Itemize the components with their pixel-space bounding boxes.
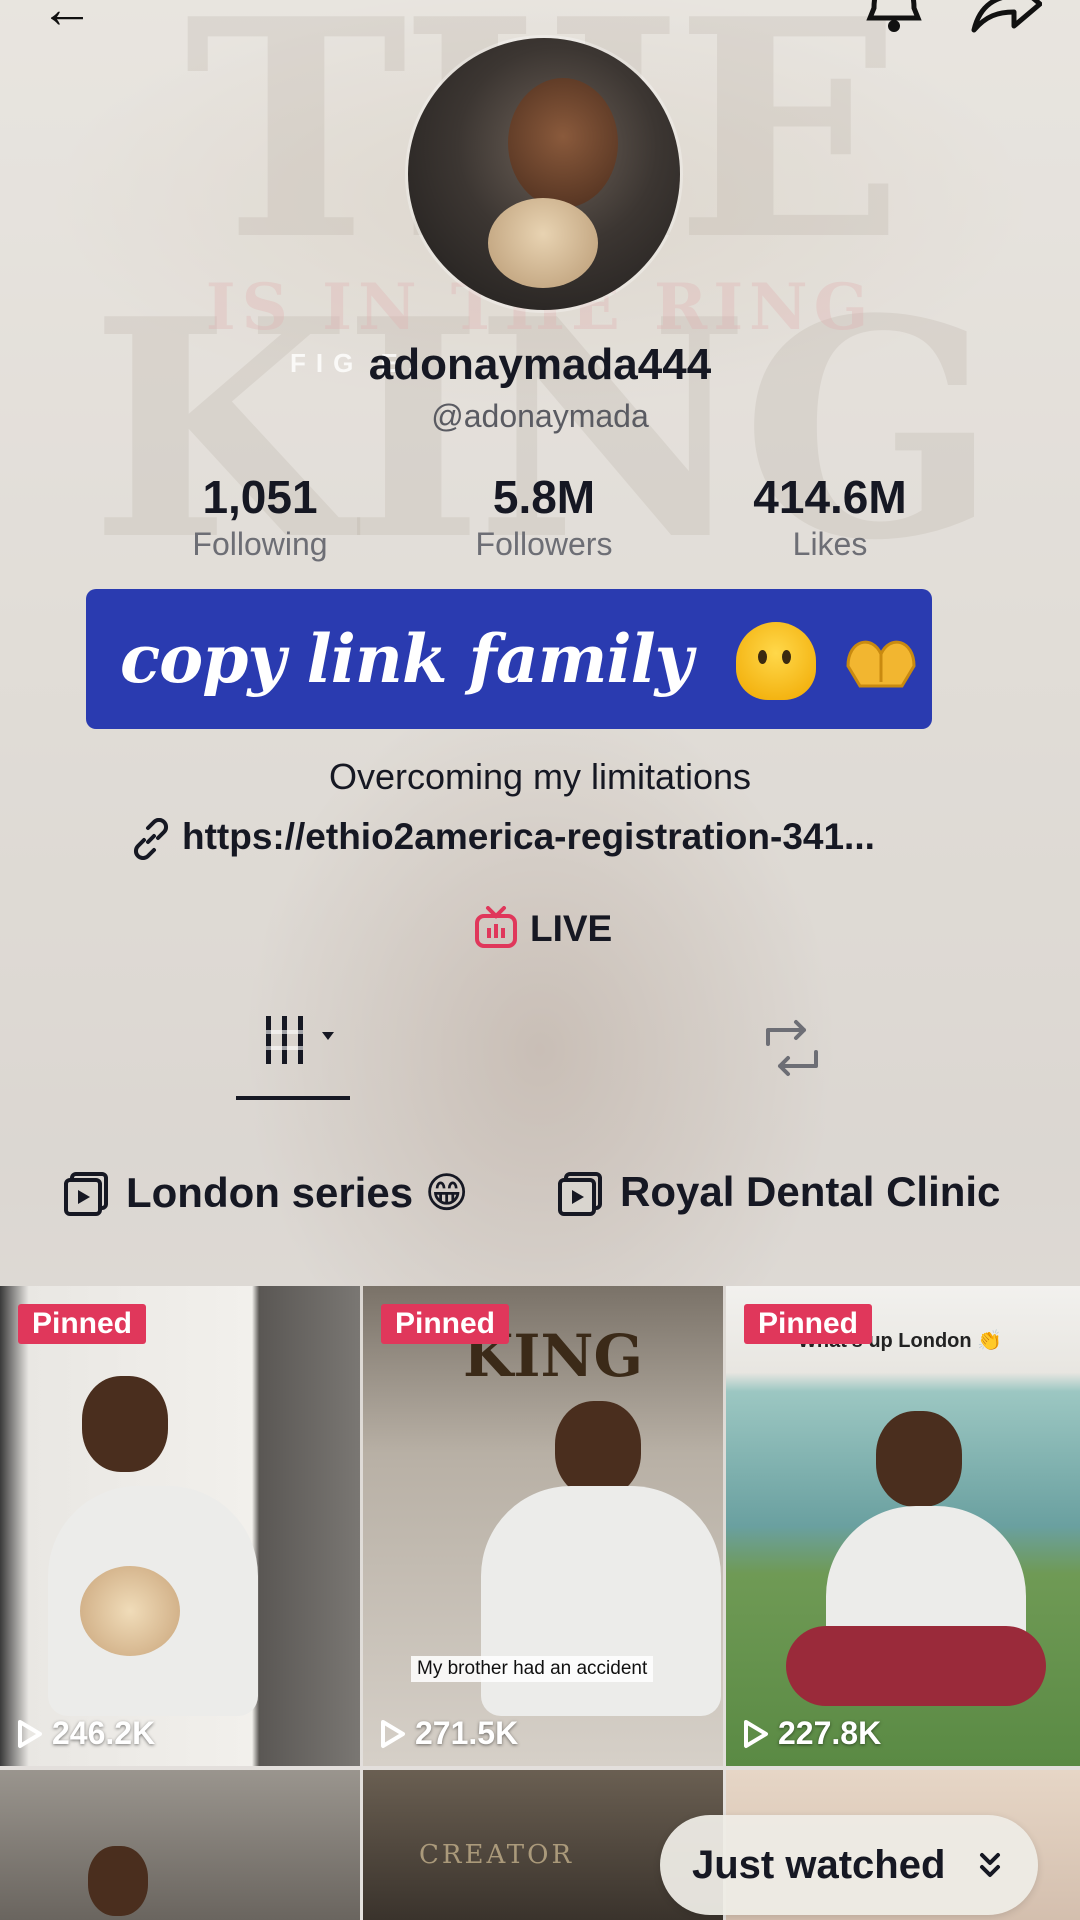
just-watched-label: Just watched xyxy=(692,1843,946,1887)
pinned-badge: Pinned xyxy=(744,1304,873,1344)
share-icon[interactable] xyxy=(970,0,1043,41)
avatar-puppy xyxy=(488,198,598,288)
copy-link-banner: copy link family xyxy=(86,589,932,729)
stat-value: 5.8M xyxy=(492,471,596,523)
view-count-value: 246.2K xyxy=(52,1715,156,1751)
stat-following[interactable]: 1,051 Following xyxy=(130,470,390,563)
video-thumbnail[interactable]: What's up London 👏 Pinned 227.8K xyxy=(726,1286,1080,1766)
playlist-icon xyxy=(558,1172,602,1216)
melting-face-emoji-icon xyxy=(736,622,816,700)
tab-videos[interactable] xyxy=(236,1010,350,1100)
just-watched-button[interactable]: Just watched xyxy=(660,1815,1038,1915)
bio-text: Overcoming my limitations xyxy=(328,756,752,797)
stat-label: Following xyxy=(192,526,328,562)
stat-likes[interactable]: 414.6M Likes xyxy=(700,470,960,563)
view-count: 246.2K xyxy=(16,1715,155,1752)
profile-link-text: https://ethio2america-registration-341..… xyxy=(182,816,875,857)
view-count: 227.8K xyxy=(742,1715,881,1752)
thumbnail-figure xyxy=(555,1401,641,1497)
playlist-icon xyxy=(64,1172,108,1216)
profile-tabs xyxy=(0,1010,1080,1100)
play-icon xyxy=(18,1719,42,1748)
username: adonaymada444 xyxy=(368,340,712,389)
playlist-label: Royal Dental Clinic xyxy=(620,1168,1001,1215)
video-thumbnail[interactable] xyxy=(0,1770,360,1920)
thumbnail-overlay-text: CREATOR xyxy=(419,1840,575,1870)
view-count: 271.5K xyxy=(379,1715,518,1752)
tab-reposts[interactable] xyxy=(760,1018,824,1078)
stat-label: Followers xyxy=(475,526,613,562)
active-tab-indicator xyxy=(236,1096,350,1100)
view-count-value: 271.5K xyxy=(415,1715,519,1751)
thumbnail-puppy xyxy=(80,1566,180,1656)
user-handle: @adonaymada xyxy=(431,398,649,434)
link-icon xyxy=(133,818,169,860)
grid-icon xyxy=(266,1016,334,1064)
stat-value: 1,051 xyxy=(202,471,318,523)
back-icon[interactable]: ← xyxy=(40,0,94,36)
avatar-face xyxy=(508,78,618,208)
chevron-down-icon xyxy=(980,1853,1000,1877)
stat-label: Likes xyxy=(792,526,868,562)
thumbnail-figure xyxy=(876,1411,962,1507)
play-icon xyxy=(381,1719,405,1748)
play-icon xyxy=(744,1719,768,1748)
thumbnail-caption: My brother had an accident xyxy=(411,1656,654,1682)
bell-icon[interactable] xyxy=(862,0,926,43)
view-count-value: 227.8K xyxy=(778,1715,882,1751)
banner-text: copy link family xyxy=(120,620,693,698)
stat-followers[interactable]: 5.8M Followers xyxy=(414,470,674,563)
thumbnail-figure xyxy=(786,1626,1046,1706)
playlist-label: London series 😁 xyxy=(126,1169,469,1216)
top-bar: ← xyxy=(0,0,1080,40)
heart-hands-emoji-icon xyxy=(846,640,916,688)
live-tv-icon xyxy=(475,906,517,948)
video-thumbnail[interactable]: KING Pinned My brother had an accident 2… xyxy=(363,1286,723,1766)
pinned-badge: Pinned xyxy=(18,1304,147,1344)
repost-icon xyxy=(766,1020,818,1076)
pinned-badge: Pinned xyxy=(381,1304,510,1344)
thumbnail-figure xyxy=(82,1376,168,1472)
video-thumbnail[interactable]: Pinned 246.2K xyxy=(0,1286,360,1766)
profile-link[interactable]: https://ethio2america-registration-341..… xyxy=(130,814,960,864)
live-label: LIVE xyxy=(530,908,613,949)
thumbnail-figure xyxy=(88,1846,148,1916)
avatar[interactable] xyxy=(408,38,680,310)
playlist-row: London series 😁 Royal Dental Clinic xyxy=(0,1160,1080,1230)
stat-value: 414.6M xyxy=(753,471,907,523)
